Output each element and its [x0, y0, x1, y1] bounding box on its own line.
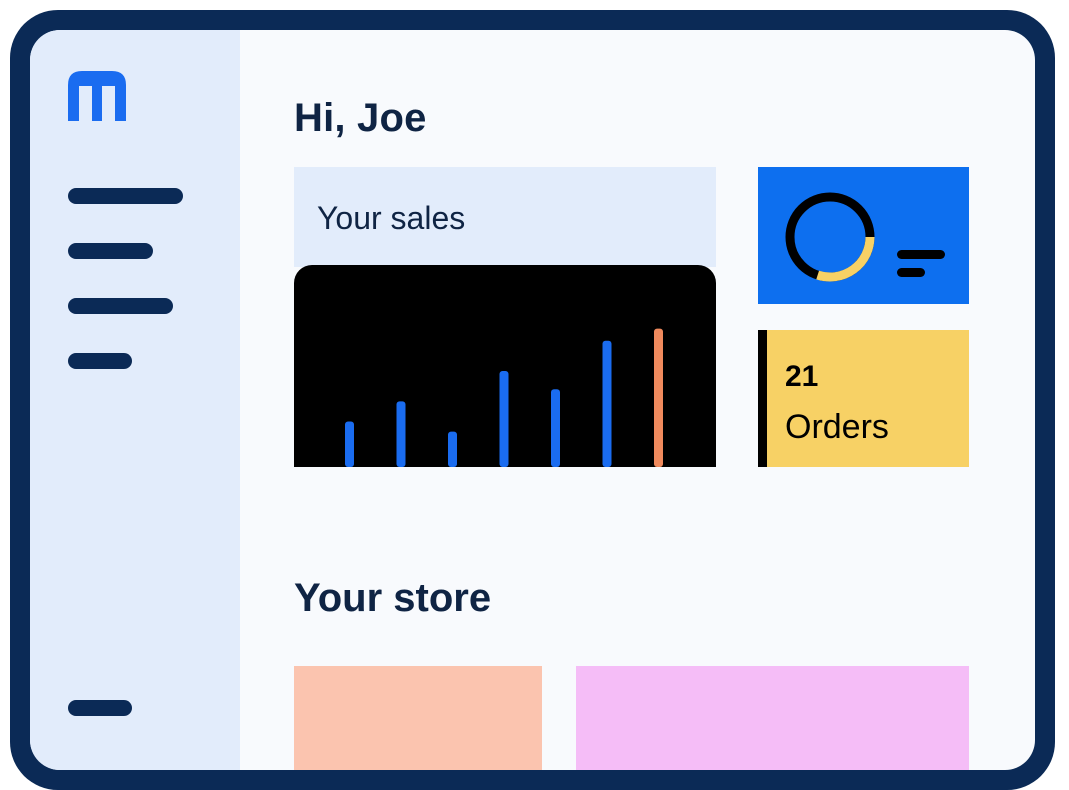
device-frame: Hi, Joe Your sales 21 Orders Your store [10, 10, 1055, 790]
sales-card-header: Your sales [294, 167, 716, 267]
orders-card[interactable]: 21 Orders [758, 330, 969, 467]
sidebar-item-4[interactable] [68, 353, 132, 369]
sales-bar-1 [345, 421, 354, 467]
orders-count: 21 [785, 360, 819, 393]
stat-line-short [897, 268, 925, 277]
store-tile-1[interactable] [294, 666, 542, 770]
sales-title: Your sales [317, 200, 466, 236]
stat-line-long [897, 250, 945, 259]
sidebar-footer-item[interactable] [68, 700, 132, 716]
orders-label: Orders [785, 408, 889, 446]
main-content: Hi, Joe Your sales 21 Orders Your store [240, 30, 1035, 770]
sidebar-item-1[interactable] [68, 188, 183, 204]
sidebar [30, 30, 240, 770]
brand-logo-icon[interactable] [68, 71, 126, 121]
store-heading: Your store [294, 576, 492, 620]
sales-bar-5 [551, 389, 560, 467]
store-tile-2[interactable] [576, 666, 969, 770]
sales-bar-2 [396, 401, 406, 467]
sales-bar-6 [602, 340, 612, 467]
sales-card[interactable]: Your sales [294, 167, 716, 467]
greeting-heading: Hi, Joe [294, 96, 427, 140]
sidebar-item-3[interactable] [68, 298, 173, 314]
sales-bar-7 [654, 328, 663, 467]
donut-progress-arc [816, 236, 875, 282]
donut-chart-icon [785, 192, 945, 282]
orders-accent-stripe [758, 330, 767, 467]
sales-bar-chart [345, 328, 663, 467]
sales-bar-4 [499, 371, 509, 467]
sales-bar-3 [448, 431, 457, 467]
sales-chart [294, 265, 716, 467]
stat-card[interactable] [758, 167, 969, 304]
sidebar-item-2[interactable] [68, 243, 153, 259]
app-screen: Hi, Joe Your sales 21 Orders Your store [30, 30, 1035, 770]
